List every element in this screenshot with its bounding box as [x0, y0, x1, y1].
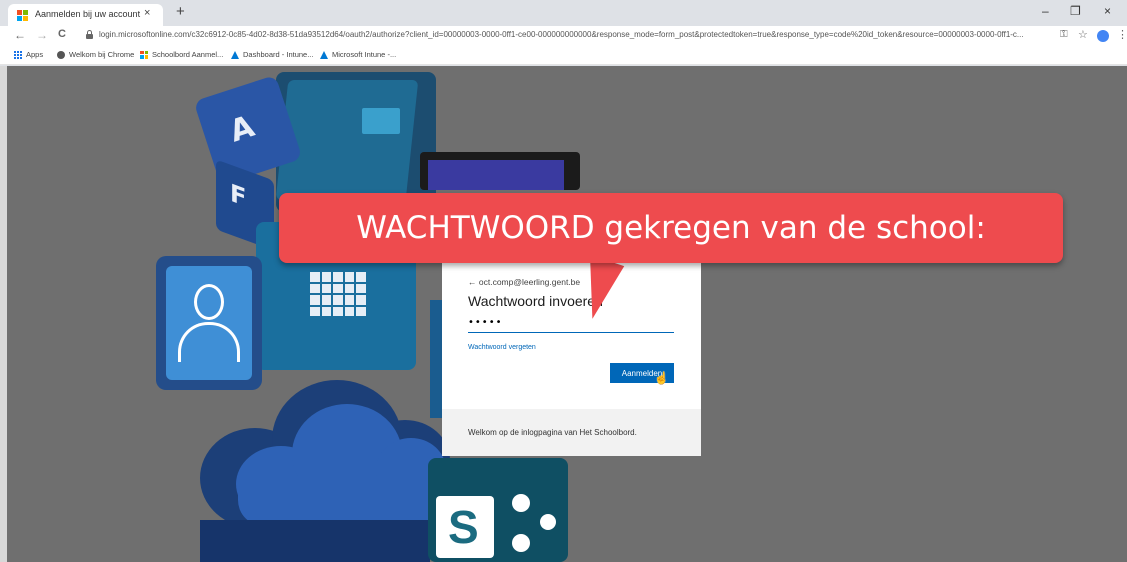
- sharepoint-node-icon: [512, 534, 530, 552]
- lock-icon: [86, 30, 93, 39]
- new-tab-button[interactable]: +: [176, 3, 185, 20]
- azure-icon: [320, 50, 328, 59]
- screenshot-frame: Aanmelden bij uw account × + – ❐ × ← → C…: [0, 0, 1127, 562]
- tab-close-icon[interactable]: ×: [144, 7, 150, 19]
- forgot-password-link[interactable]: Wachtwoord vergeten: [468, 344, 536, 351]
- dice-letter-f: F: [230, 178, 247, 213]
- tab-strip: Aanmelden bij uw account × + – ❐ ×: [0, 0, 1127, 26]
- bookmark-label: Microsoft Intune -...: [332, 50, 397, 59]
- monitor-screen-illustration: [428, 160, 564, 190]
- browser-tab[interactable]: Aanmelden bij uw account ×: [8, 4, 163, 26]
- microsoft-logo-icon: [140, 50, 148, 59]
- star-icon[interactable]: ☆: [1078, 28, 1088, 41]
- bookmark-welkom-chrome[interactable]: Welkom bij Chrome: [57, 50, 134, 59]
- back-to-account-link[interactable]: ← oct.comp@leerling.gent.be: [468, 277, 580, 287]
- bookmark-microsoft-intune[interactable]: Microsoft Intune -...: [320, 50, 396, 59]
- back-arrow-icon[interactable]: ←: [14, 28, 26, 42]
- minimize-icon[interactable]: –: [1042, 4, 1049, 18]
- apps-grid-icon: [14, 50, 22, 59]
- bookmark-apps[interactable]: Apps: [14, 50, 43, 59]
- azure-icon: [231, 50, 239, 59]
- sharepoint-node-icon: [540, 514, 556, 530]
- welcome-text: Welkom op de inlogpagina van Het Schoolb…: [468, 428, 637, 437]
- url-text: login.microsoftonline.com/c32c6912-0c85-…: [99, 30, 1024, 39]
- window-close-icon[interactable]: ×: [1104, 4, 1111, 18]
- microsoft-logo-icon: [17, 10, 28, 21]
- bookmark-dashboard-intune[interactable]: Dashboard - Intune...: [231, 50, 313, 59]
- chrome-globe-icon: [57, 50, 65, 59]
- calendar-grid-icon: [310, 272, 366, 316]
- callout-text: WACHTWOORD gekregen van de school:: [356, 210, 986, 246]
- login-card: ← oct.comp@leerling.gent.be Wachtwoord i…: [442, 243, 701, 456]
- browser-toolbar: ← → C login.microsoftonline.com/c32c6912…: [0, 26, 1127, 46]
- forward-arrow-icon[interactable]: →: [36, 28, 48, 42]
- key-icon[interactable]: ⚿: [1060, 29, 1068, 40]
- menu-dots-icon[interactable]: ⋮: [1117, 28, 1127, 41]
- reload-icon[interactable]: C: [58, 28, 66, 40]
- sharepoint-node-icon: [512, 494, 530, 512]
- person-head-icon: [194, 284, 224, 320]
- cloud-base-illustration: [238, 476, 444, 526]
- sharepoint-letter: S: [448, 501, 479, 553]
- hand-cursor-icon: ☝: [654, 371, 669, 385]
- bookmark-schoolbord[interactable]: Schoolbord Aanmel...: [140, 50, 223, 59]
- instruction-callout: WACHTWOORD gekregen van de school:: [279, 193, 1063, 263]
- bookmark-label: Welkom bij Chrome: [69, 50, 135, 59]
- bookmark-label: Schoolbord Aanmel...: [152, 50, 224, 59]
- bookmarks-bar: Apps Welkom bij Chrome Schoolbord Aanmel…: [0, 46, 1127, 65]
- folder-illustration: [275, 80, 419, 200]
- restore-icon[interactable]: ❐: [1070, 4, 1081, 18]
- profile-avatar-icon[interactable]: [1097, 30, 1109, 42]
- account-email: oct.comp@leerling.gent.be: [478, 277, 581, 287]
- dice-letter-a: A: [225, 109, 259, 150]
- cloud-shadow-illustration: [200, 520, 430, 562]
- folder-label-illustration: [362, 108, 400, 134]
- address-bar[interactable]: login.microsoftonline.com/c32c6912-0c85-…: [86, 27, 1052, 45]
- login-card-footer: Welkom op de inlogpagina van Het Schoolb…: [442, 409, 701, 456]
- tab-title: Aanmelden bij uw account: [35, 9, 141, 19]
- back-arrow-icon: ←: [468, 277, 477, 287]
- bookmark-label: Dashboard - Intune...: [243, 50, 314, 59]
- page-left-strip: [0, 66, 7, 562]
- bookmark-label: Apps: [26, 50, 44, 59]
- password-input[interactable]: [468, 313, 674, 333]
